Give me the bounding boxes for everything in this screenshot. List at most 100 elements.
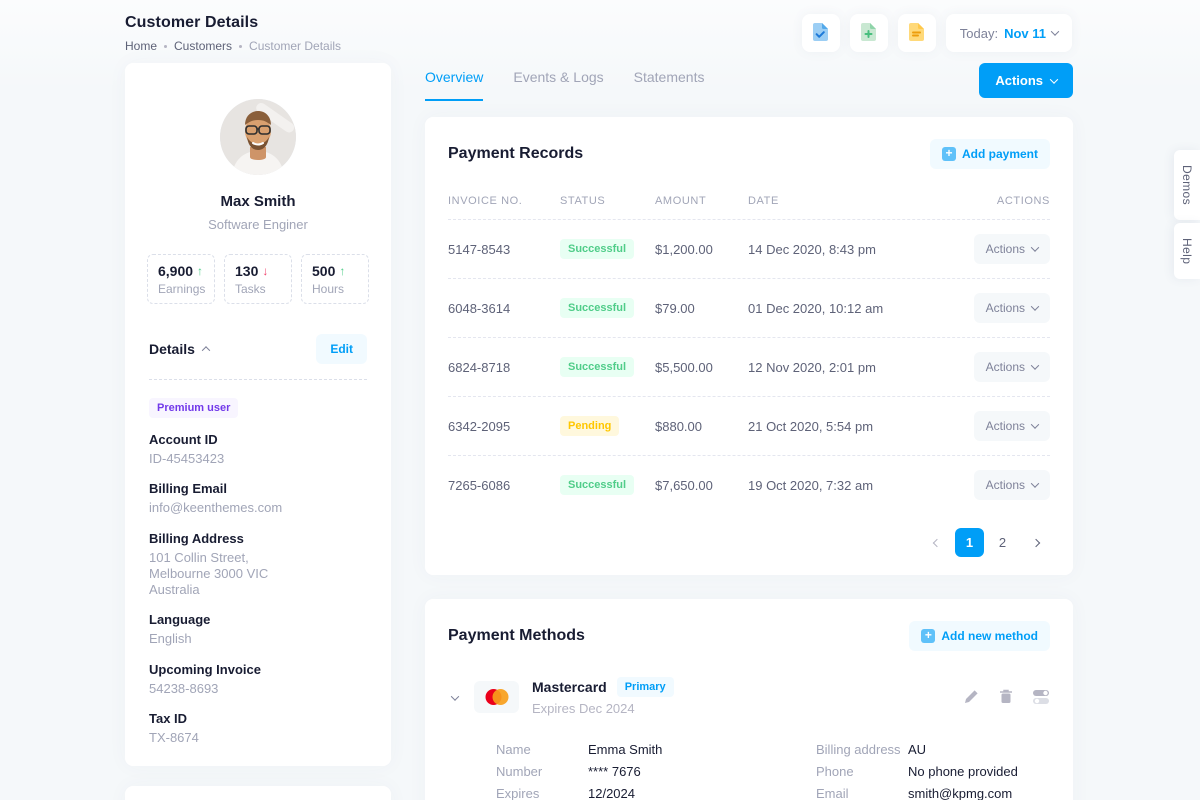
premium-user-badge: Premium user	[149, 398, 238, 418]
breadcrumb: Home Customers Customer Details	[125, 39, 341, 53]
payment-methods-card: Payment Methods + Add new method Masterc…	[425, 599, 1073, 800]
side-tab-demos[interactable]: Demos	[1174, 150, 1200, 220]
add-new-method-button[interactable]: + Add new method	[909, 621, 1050, 651]
file-notes-icon	[908, 22, 925, 45]
detail-label: Number	[496, 764, 588, 779]
stats-row: 6,900↑ Earnings 130↓ Tasks 500↑ Hours	[149, 254, 367, 304]
amount: $1,200.00	[655, 242, 748, 257]
actions-button-label: Actions	[995, 73, 1043, 88]
pagination-page-1[interactable]: 1	[955, 528, 984, 557]
detail-row: Expires12/2024	[496, 782, 791, 800]
method-details-left: NameEmma Smith Number**** 7676 Expires12…	[496, 738, 791, 800]
tab-events-logs[interactable]: Events & Logs	[513, 63, 603, 99]
chevron-down-icon	[451, 692, 459, 700]
edit-button[interactable]: Edit	[316, 334, 367, 364]
field-value: 101 Collin Street, Melbourne 3000 VIC Au…	[149, 550, 367, 599]
field-label: Billing Address	[149, 531, 367, 546]
collapse-toggle[interactable]	[448, 685, 462, 708]
row-actions-button[interactable]: Actions	[974, 234, 1050, 264]
field-billing-address: Billing Address 101 Collin Street, Melbo…	[149, 531, 367, 599]
detail-value: No phone provided	[908, 764, 1018, 779]
col-invoice: Invoice No.	[448, 195, 560, 207]
detail-row: NameEmma Smith	[496, 738, 791, 760]
col-amount: Amount	[655, 195, 748, 207]
add-payment-label: Add payment	[962, 147, 1038, 161]
breadcrumb-customers[interactable]: Customers	[174, 39, 232, 53]
page-header: Customer Details Home Customers Customer…	[0, 0, 1200, 53]
side-tab-help[interactable]: Help	[1174, 223, 1200, 279]
row-actions-button[interactable]: Actions	[974, 293, 1050, 323]
chevron-down-icon	[1051, 27, 1059, 35]
details-title: Details	[149, 341, 195, 357]
pagination-page-2[interactable]: 2	[988, 528, 1017, 557]
row-actions-button[interactable]: Actions	[974, 411, 1050, 441]
profile-card: Max Smith Software Enginer 6,900↑ Earnin…	[125, 63, 391, 766]
row-actions-button[interactable]: Actions	[974, 470, 1050, 500]
table-row: 5147-8543 Successful $1,200.00 14 Dec 20…	[448, 220, 1050, 279]
tab-statements[interactable]: Statements	[634, 63, 705, 99]
detail-value: 12/2024	[588, 786, 635, 800]
details-toggle[interactable]: Details	[149, 341, 209, 357]
table-row: 6048-3614 Successful $79.00 01 Dec 2020,…	[448, 279, 1050, 338]
stat-earnings: 6,900↑ Earnings	[147, 254, 215, 304]
detail-row: Number**** 7676	[496, 760, 791, 782]
settings-toggles-icon[interactable]	[1033, 690, 1050, 704]
table-row: 7265-6086 Successful $7,650.00 19 Oct 20…	[448, 456, 1050, 514]
status-badge: Successful	[560, 239, 634, 259]
add-payment-button[interactable]: + Add payment	[930, 139, 1050, 169]
date-picker[interactable]: Today: Nov 11	[946, 14, 1072, 52]
method-details: NameEmma Smith Number**** 7676 Expires12…	[496, 738, 1050, 800]
field-label: Account ID	[149, 432, 367, 447]
trend-down-icon: ↓	[262, 264, 268, 278]
left-column: Max Smith Software Enginer 6,900↑ Earnin…	[125, 63, 391, 800]
file-check-button[interactable]	[802, 14, 840, 52]
detail-label: Billing address	[816, 742, 908, 757]
breadcrumb-current: Customer Details	[249, 39, 341, 53]
detail-row: PhoneNo phone provided	[816, 760, 1050, 782]
file-check-icon	[812, 22, 829, 45]
breadcrumb-home[interactable]: Home	[125, 39, 157, 53]
col-date: Date	[748, 195, 960, 207]
field-value: English	[149, 631, 367, 647]
field-label: Billing Email	[149, 481, 367, 496]
stat-value: 500	[312, 263, 335, 279]
payment-method-row: Mastercard Primary Expires Dec 2024	[448, 677, 1050, 716]
amount: $7,650.00	[655, 478, 748, 493]
plus-icon: +	[921, 629, 935, 643]
field-upcoming-invoice: Upcoming Invoice 54238-8693	[149, 662, 367, 697]
stat-hours: 500↑ Hours	[301, 254, 369, 304]
stat-value: 6,900	[158, 263, 193, 279]
field-label: Upcoming Invoice	[149, 662, 367, 677]
delete-trash-icon[interactable]	[999, 689, 1013, 704]
file-notes-button[interactable]	[898, 14, 936, 52]
details-header: Details Edit	[149, 334, 367, 364]
today-value: Nov 11	[1004, 26, 1046, 41]
payment-records-table: Invoice No. Status Amount Date Actions 5…	[448, 195, 1050, 514]
file-add-icon	[860, 22, 877, 45]
row-actions-button[interactable]: Actions	[974, 352, 1050, 382]
pagination-next-button[interactable]	[1021, 528, 1050, 557]
actions-button[interactable]: Actions	[979, 63, 1073, 98]
field-value: ID-45453423	[149, 451, 367, 467]
payment-methods-title: Payment Methods	[448, 627, 585, 645]
detail-label: Email	[816, 786, 908, 800]
chevron-up-icon	[202, 346, 210, 354]
date: 19 Oct 2020, 7:32 am	[748, 478, 960, 493]
file-add-button[interactable]	[850, 14, 888, 52]
invoice-number: 6048-3614	[448, 301, 560, 316]
edit-pencil-icon[interactable]	[964, 689, 979, 704]
divider	[149, 379, 367, 380]
detail-value: **** 7676	[588, 764, 641, 779]
chevron-down-icon	[1031, 420, 1039, 428]
date: 12 Nov 2020, 2:01 pm	[748, 360, 960, 375]
amount: $880.00	[655, 419, 748, 434]
connected-accounts-card: Connected Accounts	[125, 786, 391, 800]
chevron-down-icon	[1031, 361, 1039, 369]
detail-value: AU	[908, 742, 926, 757]
tab-overview[interactable]: Overview	[425, 63, 483, 101]
status-badge: Successful	[560, 357, 634, 377]
chevron-down-icon	[1031, 479, 1039, 487]
pagination-prev-button[interactable]	[922, 528, 951, 557]
mastercard-logo	[474, 681, 519, 713]
payment-methods-header: Payment Methods + Add new method	[448, 621, 1050, 651]
